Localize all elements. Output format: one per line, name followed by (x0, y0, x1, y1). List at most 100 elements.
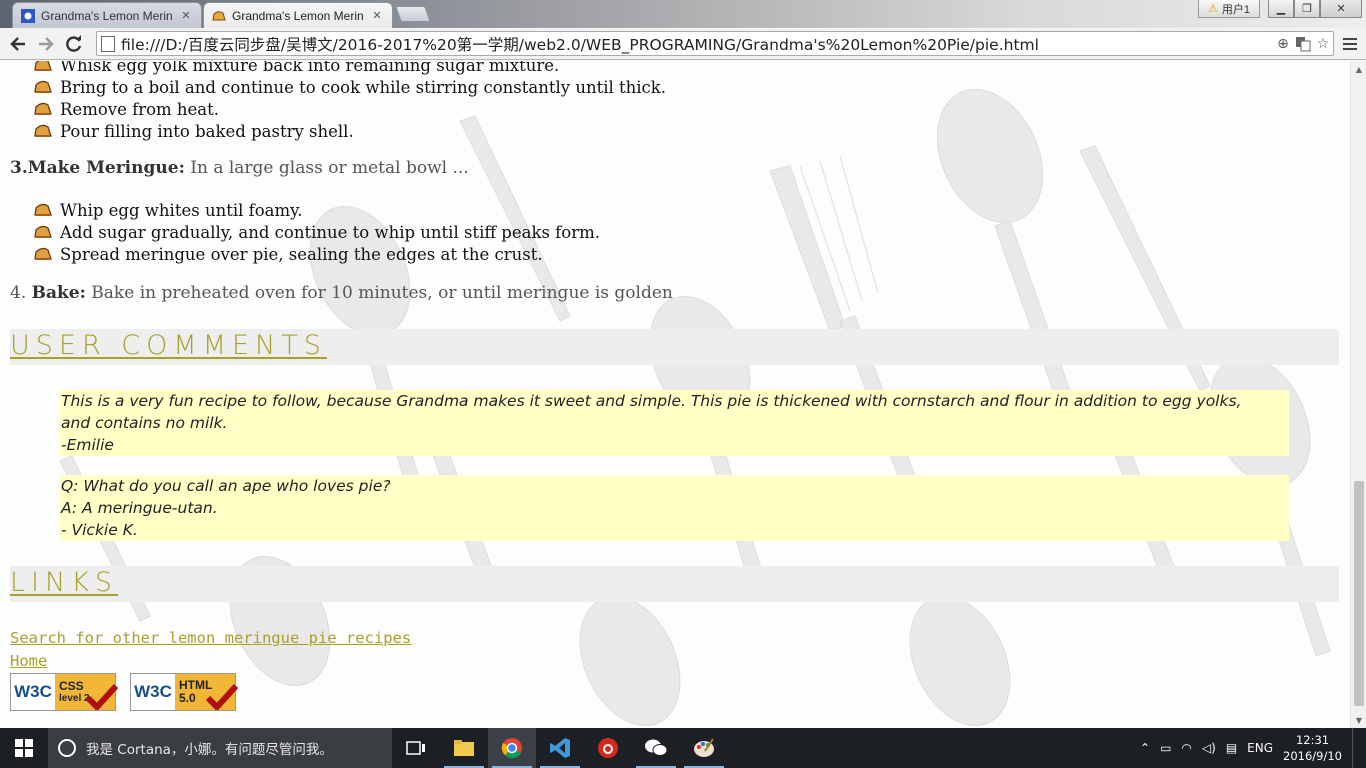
pie-favicon-icon (212, 10, 226, 20)
step-title: Make Meringue: (27, 158, 185, 178)
clock-time: 12:31 (1295, 733, 1330, 747)
step-number: 3. (10, 158, 28, 178)
list-item-text: Pour filling into baked pastry shell. (60, 121, 354, 141)
file-explorer-icon[interactable] (440, 728, 488, 768)
hamburger-menu-icon[interactable] (1338, 32, 1362, 56)
new-tab-button[interactable] (395, 6, 431, 22)
pie-bullet-icon (34, 102, 52, 115)
zoom-icon[interactable]: ⊕ (1273, 34, 1293, 54)
comment-line: This is a very fun recipe to follow, bec… (61, 392, 1242, 410)
list-item: Remove from heat. (34, 98, 666, 120)
step-number: 4. (10, 283, 32, 303)
chrome-icon[interactable] (488, 728, 536, 768)
user-profile-button[interactable]: ⚠ 用户1 (1198, 0, 1260, 18)
restore-button[interactable]: ❐ (1294, 0, 1320, 18)
chevron-up-icon[interactable]: ⌃ (1140, 741, 1150, 755)
home-link[interactable]: Home (10, 652, 47, 670)
list-item: Whisk egg yolk mixture back into remaini… (34, 61, 666, 76)
list-item-text: Spread meringue over pie, sealing the ed… (60, 244, 543, 264)
window-controls: ▁ ❐ ✕ (1268, 0, 1362, 18)
page-scrollbar[interactable]: ▲ ▼ (1350, 61, 1366, 728)
browser-tab-bar: Grandma's Lemon Merin ✕ Grandma's Lemon … (0, 0, 1366, 28)
browser-tab-2[interactable]: Grandma's Lemon Merin ✕ (203, 2, 393, 28)
wechat-icon[interactable] (632, 728, 680, 768)
visual-studio-icon[interactable] (536, 728, 584, 768)
checkmark-icon (85, 684, 119, 710)
list-item-text: Add sugar gradually, and continue to whi… (60, 222, 601, 242)
cortana-search-box[interactable]: 我是 Cortana，小娜。有问题尽管问我。 (48, 728, 392, 768)
section-heading: LINKS (10, 567, 119, 598)
tab-title: Grandma's Lemon Merin (41, 8, 173, 23)
star-icon[interactable]: ☆ (1313, 34, 1333, 54)
tab-close-icon[interactable]: ✕ (179, 9, 193, 22)
reload-icon[interactable] (62, 32, 86, 56)
checkmark-icon (205, 684, 239, 710)
battery-icon[interactable]: ▭ (1160, 741, 1171, 755)
w3c-css-badge[interactable]: W3C CSS level 2 (10, 673, 119, 711)
pie-bullet-icon (34, 124, 52, 137)
user-profile-label: 用户1 (1221, 3, 1250, 16)
w3c-html-badge[interactable]: W3C HTML 5.0 (130, 673, 239, 711)
list-item-text: Whip egg whites until foamy. (60, 200, 303, 220)
tab-favicon-icon (21, 8, 35, 23)
warning-icon: ⚠ (1208, 3, 1218, 15)
badge-standard: CSS level 2 (55, 674, 119, 710)
comment-author: -Emilie (61, 436, 114, 454)
task-view-icon[interactable] (392, 728, 440, 768)
step-text: In a large glass or metal bowl ... (184, 158, 469, 178)
comment-card: This is a very fun recipe to follow, bec… (60, 390, 1289, 456)
w3c-logo: W3C (131, 674, 175, 710)
scroll-down-arrow-icon[interactable]: ▼ (1351, 712, 1366, 728)
show-desktop-button[interactable] (1352, 728, 1358, 768)
browser-toolbar: file:///D:/百度云同步盘/吴博文/2016-2017%20第一学期/w… (0, 28, 1366, 60)
pie-bullet-icon (34, 203, 52, 216)
windows-taskbar: 我是 Cortana，小娜。有问题尽管问我。 ⌃ ▭ ◠ ◁) ▤ ENG 12… (0, 728, 1366, 768)
windows-start-icon[interactable] (0, 728, 48, 768)
list-item: Add sugar gradually, and continue to whi… (34, 221, 600, 243)
cortana-placeholder: 我是 Cortana，小娜。有问题尽管问我。 (86, 742, 333, 758)
system-tray: ⌃ ▭ ◠ ◁) ▤ ENG 12:31 2016/9/10 (1140, 728, 1366, 768)
close-window-button[interactable]: ✕ (1320, 0, 1362, 18)
netease-music-icon[interactable] (584, 728, 632, 768)
w3c-logo: W3C (11, 674, 55, 710)
wifi-icon[interactable]: ◠ (1181, 741, 1191, 755)
pie-bullet-icon (34, 225, 52, 238)
address-bar[interactable]: file:///D:/百度云同步盘/吴博文/2016-2017%20第一学期/w… (96, 31, 1334, 56)
translate-icon[interactable] (1293, 34, 1313, 54)
address-url[interactable]: file:///D:/百度云同步盘/吴博文/2016-2017%20第一学期/w… (121, 33, 1273, 55)
scroll-up-arrow-icon[interactable]: ▲ (1351, 61, 1366, 77)
scroll-thumb[interactable] (1354, 481, 1364, 706)
step-3-paragraph: 3.Make Meringue: In a large glass or met… (10, 158, 469, 178)
pie-bullet-icon (34, 61, 52, 71)
taskbar-clock[interactable]: 12:31 2016/9/10 (1283, 732, 1342, 764)
input-language[interactable]: ENG (1247, 741, 1273, 755)
page-icon (101, 35, 115, 52)
meringue-steps-list: Whip egg whites until foamy. Add sugar g… (34, 199, 600, 265)
paint-icon[interactable] (680, 728, 728, 768)
list-item: Whip egg whites until foamy. (34, 199, 600, 221)
list-item-text: Remove from heat. (60, 99, 220, 119)
browser-tab-1[interactable]: Grandma's Lemon Merin ✕ (12, 2, 202, 28)
volume-icon[interactable]: ◁) (1202, 741, 1216, 755)
list-item-text: Bring to a boil and continue to cook whi… (60, 77, 667, 97)
step-text: Bake in preheated oven for 10 minutes, o… (85, 283, 673, 303)
comment-line: A: A meringue-utan. (61, 499, 218, 517)
filling-steps-list: Whisk egg yolk mixture back into remaini… (34, 61, 666, 142)
back-arrow-icon[interactable] (6, 32, 30, 56)
comment-line: and contains no milk. (61, 414, 228, 432)
clock-date: 2016/9/10 (1283, 749, 1342, 763)
list-item-text: Whisk egg yolk mixture back into remaini… (60, 61, 560, 75)
tab-title: Grandma's Lemon Merin (232, 8, 364, 23)
search-recipes-link[interactable]: Search for other lemon meringue pie reci… (10, 629, 411, 647)
cortana-icon (58, 739, 76, 757)
tab-close-icon[interactable]: ✕ (370, 9, 384, 22)
page-viewport: Whisk egg yolk mixture back into remaini… (0, 61, 1350, 728)
pie-bullet-icon (34, 80, 52, 93)
step-title: Bake: (31, 283, 86, 303)
forward-arrow-icon[interactable] (34, 32, 58, 56)
section-heading: USER COMMENTS (10, 330, 327, 361)
step-4-paragraph: 4. Bake: Bake in preheated oven for 10 m… (10, 283, 673, 303)
comment-card: Q: What do you call an ape who loves pie… (60, 475, 1289, 541)
notification-icon[interactable]: ▤ (1226, 741, 1237, 755)
minimize-button[interactable]: ▁ (1268, 0, 1294, 18)
